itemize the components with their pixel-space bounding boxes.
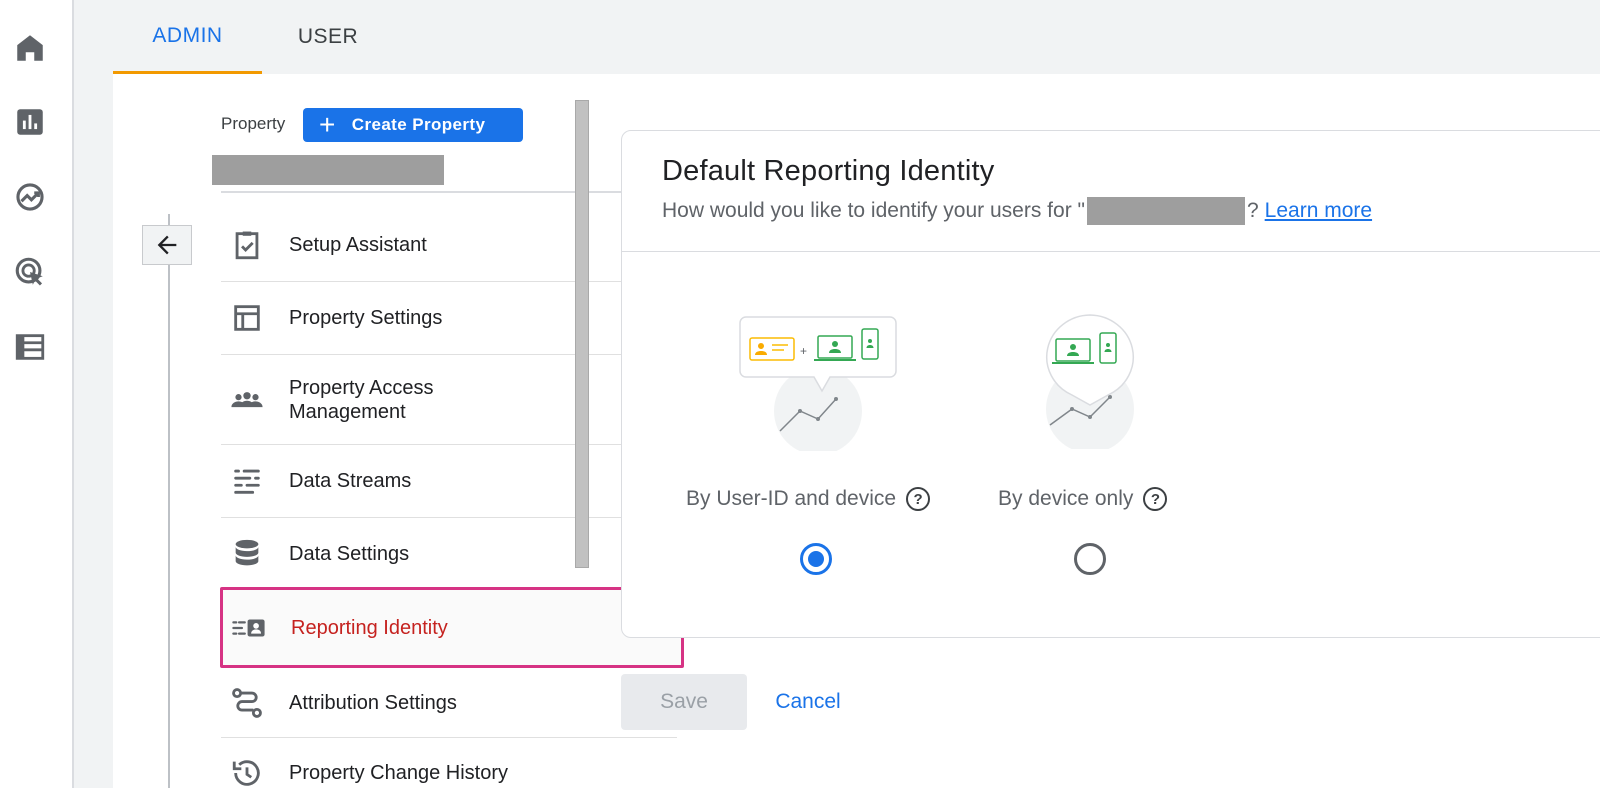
- configure-icon[interactable]: [12, 329, 48, 365]
- database-icon: [223, 537, 271, 571]
- nav-item-label: Setup Assistant: [289, 234, 427, 256]
- explore-icon[interactable]: [12, 179, 48, 215]
- arrow-left-icon: [157, 235, 177, 255]
- save-button[interactable]: Save: [621, 674, 747, 730]
- cancel-button[interactable]: Cancel: [758, 674, 858, 730]
- admin-content: Property + Create Property Setup Assista…: [113, 74, 1600, 788]
- subtitle-suffix: ?: [1246, 199, 1259, 222]
- nav-item-property-access-management[interactable]: Property Access Management: [221, 355, 677, 445]
- subtitle-text: How would you like to identify your user…: [662, 199, 1085, 222]
- nav-item-label: Property Settings: [289, 307, 443, 329]
- reports-icon[interactable]: [12, 104, 48, 140]
- create-property-button[interactable]: + Create Property: [303, 108, 523, 142]
- svg-text:+: +: [800, 344, 807, 358]
- home-icon[interactable]: [12, 30, 48, 66]
- nav-item-property-change-history[interactable]: Property Change History: [221, 738, 677, 788]
- nav-item-label: Data Settings: [289, 543, 410, 565]
- option-device-only-label: By device only ?: [998, 487, 1168, 511]
- radio-device-only[interactable]: [1074, 543, 1106, 575]
- property-selector-redacted[interactable]: [212, 155, 444, 185]
- tab-admin[interactable]: ADMIN: [113, 0, 262, 74]
- property-label: Property: [221, 114, 286, 133]
- streams-icon: [223, 464, 271, 498]
- route-icon: [223, 686, 271, 720]
- identity-icon: [225, 611, 273, 645]
- nav-item-setup-assistant[interactable]: Setup Assistant: [221, 209, 677, 282]
- help-icon[interactable]: ?: [1143, 487, 1168, 511]
- people-icon: [223, 383, 271, 417]
- tab-user[interactable]: USER: [262, 0, 394, 74]
- option-label-text: By User-ID and device: [686, 487, 897, 510]
- back-button[interactable]: [142, 225, 192, 265]
- nav-item-label: Property Change History: [289, 762, 508, 784]
- nav-scrollbar[interactable]: [575, 100, 589, 568]
- nav-item-property-settings[interactable]: Property Settings: [221, 282, 677, 355]
- device-only-illustration: [1046, 314, 1134, 449]
- left-nav-rail: [0, 0, 74, 788]
- nav-item-reporting-identity[interactable]: Reporting Identity: [220, 587, 684, 668]
- nav-item-label: Reporting Identity: [291, 616, 448, 639]
- create-property-label: Create Property: [351, 115, 486, 134]
- help-icon[interactable]: ?: [906, 487, 931, 511]
- learn-more-link[interactable]: Learn more: [1265, 199, 1372, 223]
- card-title: Default Reporting Identity: [662, 155, 995, 187]
- property-name-redacted: [1086, 197, 1245, 225]
- radio-user-id-and-device[interactable]: [800, 543, 832, 575]
- nav-item-data-streams[interactable]: Data Streams: [221, 445, 677, 518]
- plus-icon: +: [319, 109, 336, 140]
- nav-item-label: Attribution Settings: [289, 691, 457, 714]
- admin-tabs: ADMIN USER: [113, 0, 394, 74]
- clipboard-check-icon: [223, 228, 271, 262]
- column-connector-line: [168, 214, 170, 788]
- nav-item-attribution-settings[interactable]: Attribution Settings: [221, 668, 677, 738]
- user-id-and-device-illustration: +: [739, 316, 897, 451]
- divider: [622, 251, 1600, 252]
- reporting-identity-card: Default Reporting Identity How would you…: [621, 130, 1600, 638]
- option-label-text: By device only: [998, 487, 1134, 510]
- divider: [221, 191, 677, 193]
- nav-item-label: Data Streams: [289, 470, 412, 492]
- option-user-id-and-device-label: By User-ID and device ?: [686, 487, 931, 511]
- layout-icon: [223, 301, 271, 335]
- card-subtitle: How would you like to identify your user…: [662, 197, 1372, 225]
- nav-item-label: Property Access Management: [289, 376, 434, 423]
- nav-item-data-settings[interactable]: Data Settings: [221, 518, 677, 591]
- history-icon: [223, 756, 271, 788]
- advertising-icon[interactable]: [12, 254, 48, 290]
